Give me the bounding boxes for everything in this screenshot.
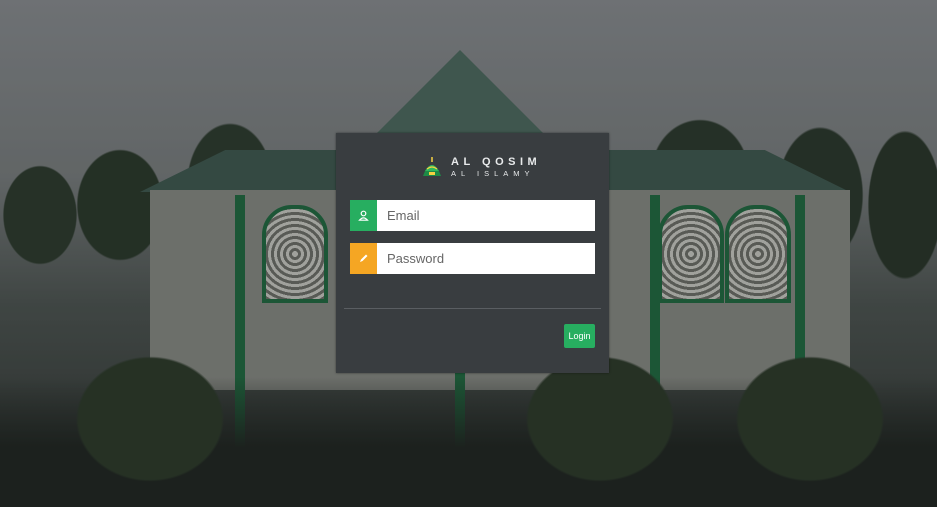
login-button[interactable]: Login xyxy=(564,324,595,348)
pencil-icon xyxy=(350,243,377,274)
password-field xyxy=(350,243,595,274)
brand: AL QOSIM AL ISLAMY xyxy=(421,153,541,181)
email-input[interactable] xyxy=(377,200,595,231)
brand-subtitle: AL ISLAMY xyxy=(451,168,535,178)
mosque-dome-logo xyxy=(423,157,441,176)
brand-title: AL QOSIM xyxy=(451,155,542,168)
email-field xyxy=(350,200,595,231)
login-panel: AL QOSIM AL ISLAMY Login xyxy=(336,133,609,373)
user-icon xyxy=(350,200,377,231)
password-input[interactable] xyxy=(377,243,595,274)
divider xyxy=(344,308,601,309)
